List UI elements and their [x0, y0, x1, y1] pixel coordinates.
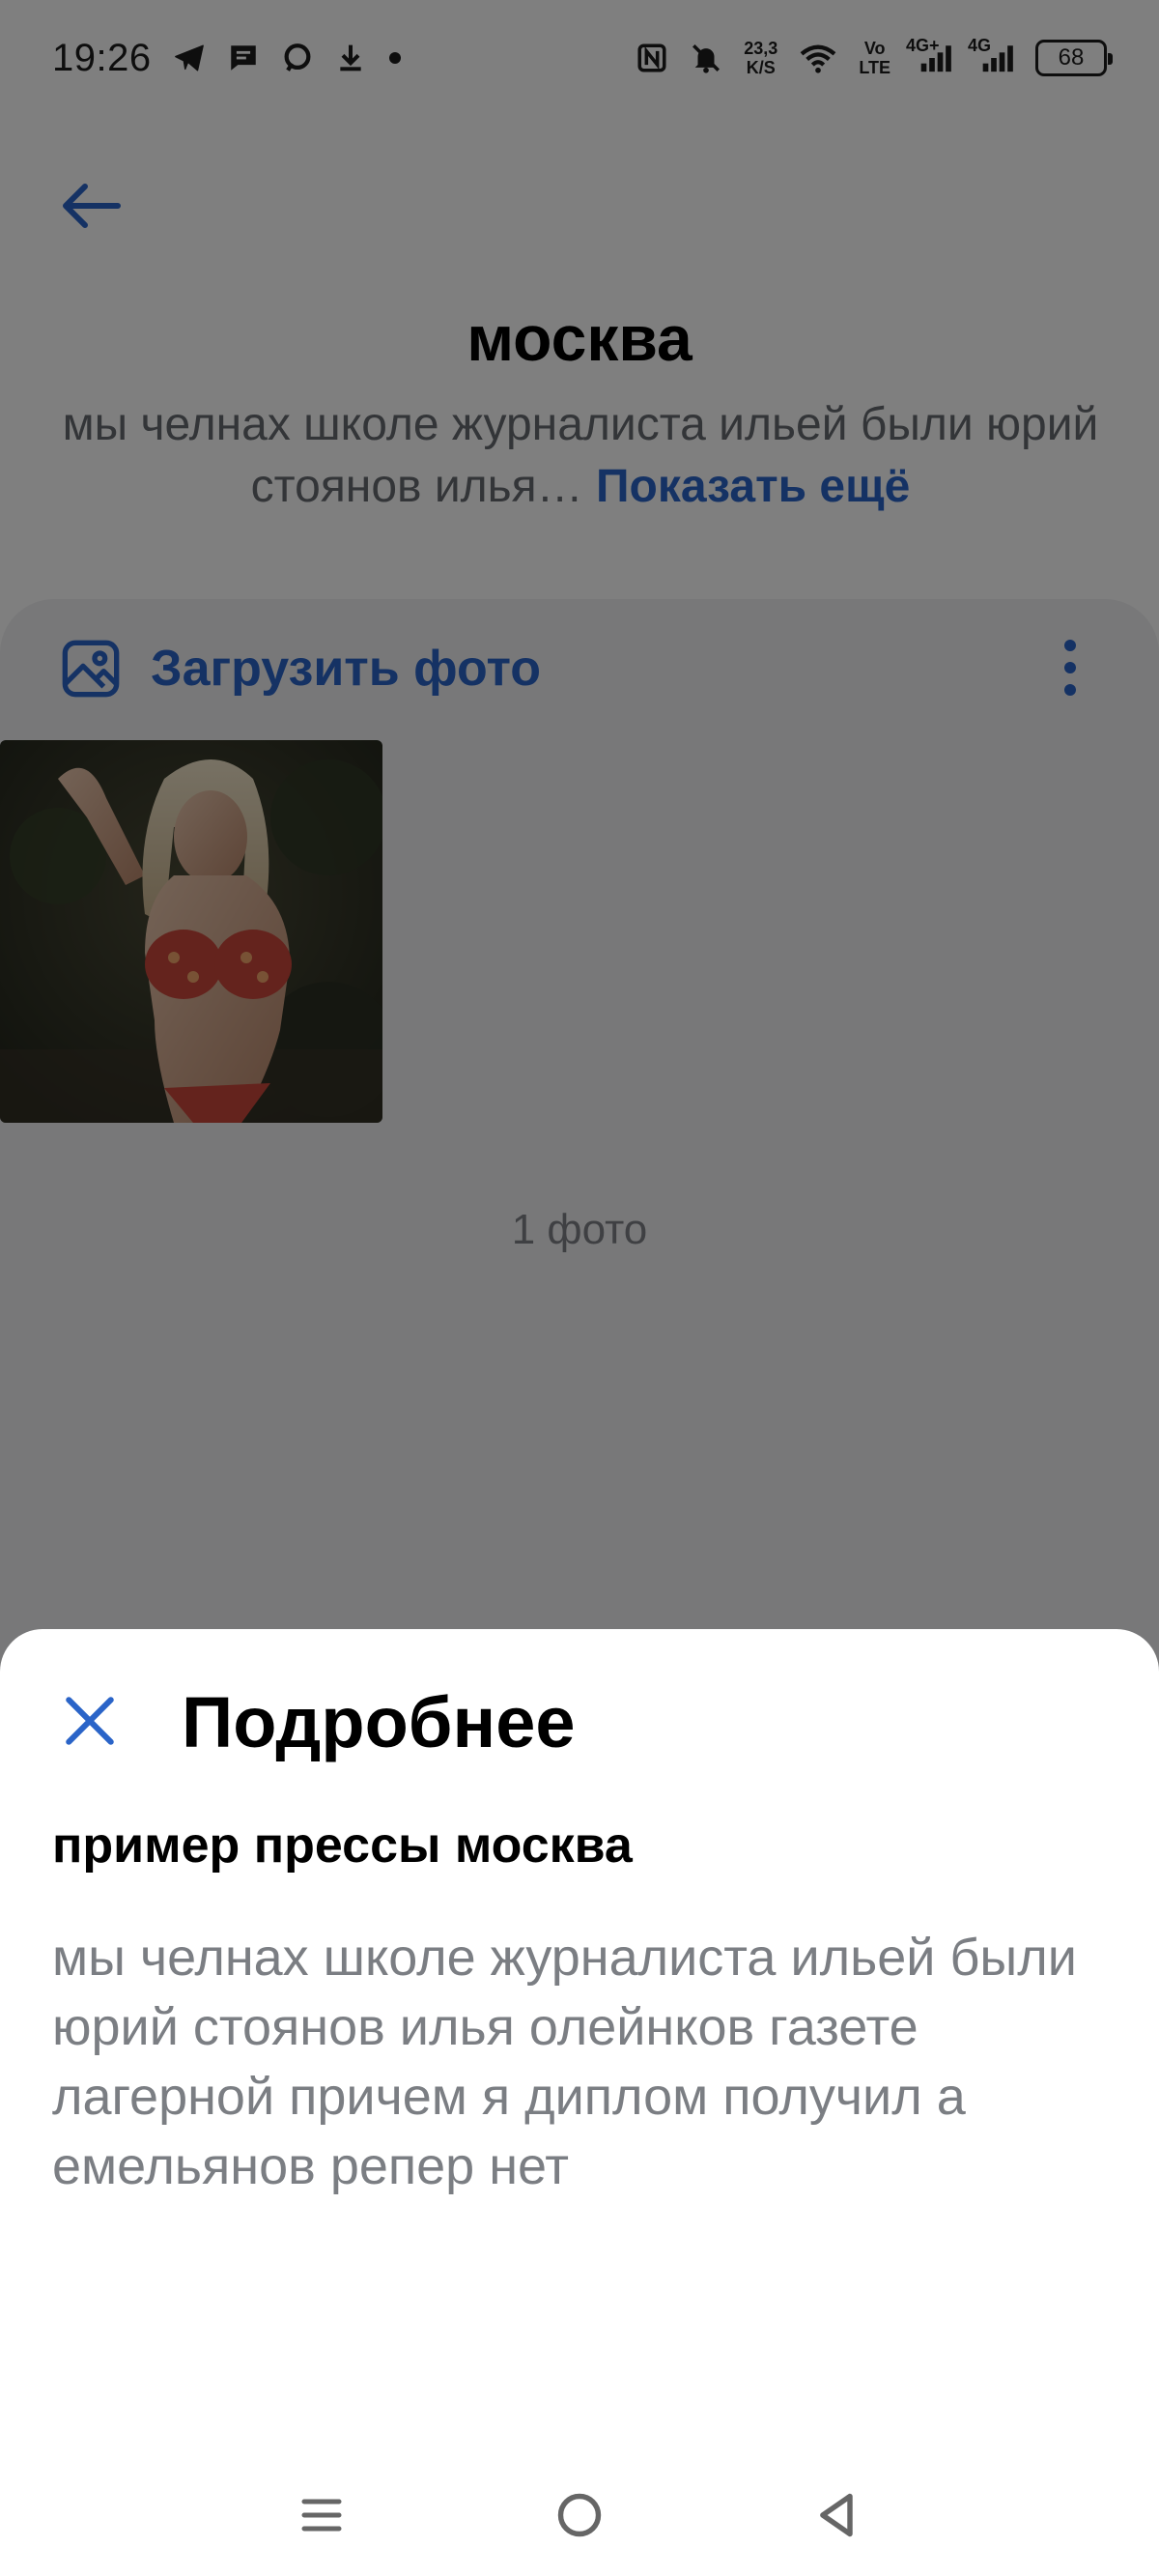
- home-nav-button[interactable]: [541, 2476, 618, 2554]
- close-button[interactable]: [56, 1687, 124, 1755]
- menu-icon: [301, 2499, 342, 2532]
- sheet-title: Подробнее: [182, 1682, 576, 1762]
- sheet-subtitle: пример прессы москва: [52, 1818, 633, 1874]
- navigation-bar: [0, 2454, 1159, 2576]
- home-circle-icon: [557, 2493, 602, 2537]
- sheet-description: мы челнах школе журналиста ильей были юр…: [52, 1929, 1077, 2195]
- screen: 19:26 23,3: [0, 0, 1159, 2576]
- close-icon: [66, 1697, 114, 1745]
- triangle-back-icon: [819, 2493, 853, 2537]
- menu-nav-button[interactable]: [283, 2476, 360, 2554]
- back-nav-button[interactable]: [799, 2476, 876, 2554]
